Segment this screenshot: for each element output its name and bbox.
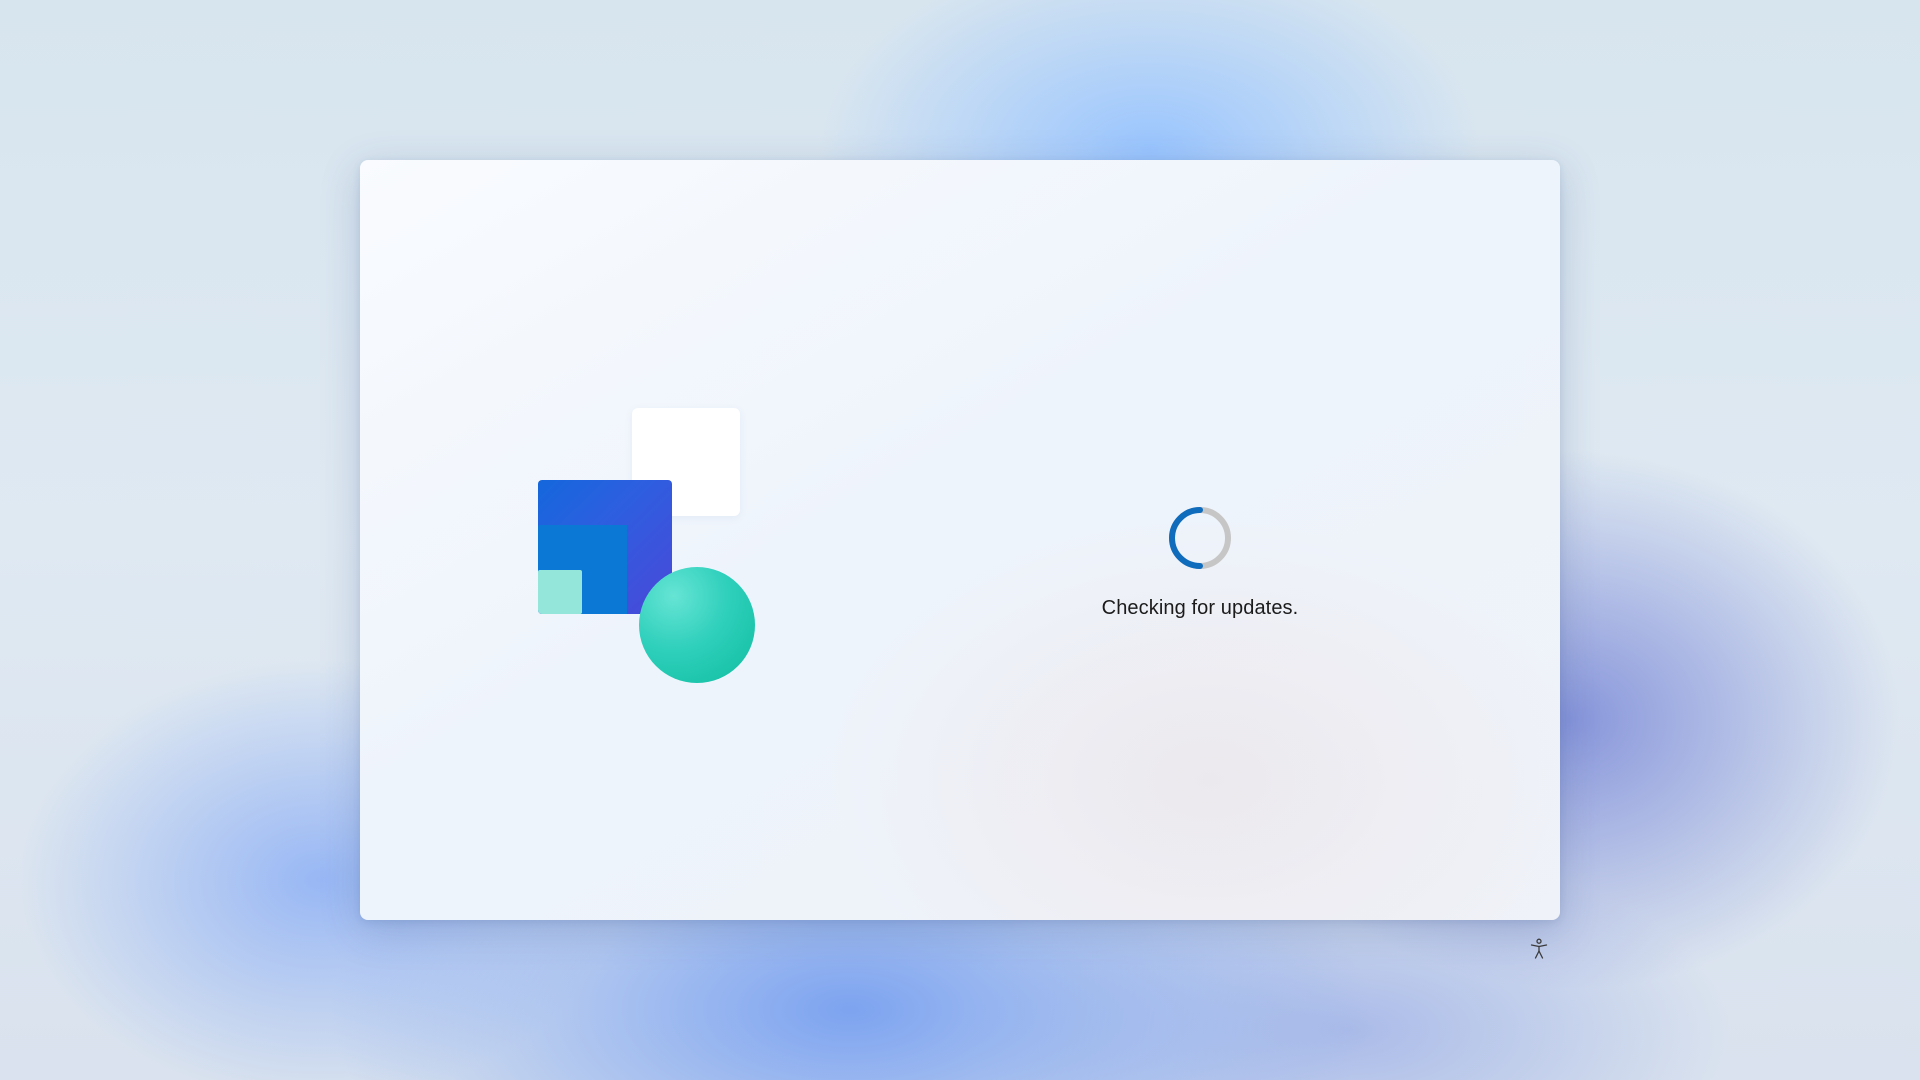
loading-spinner-icon bbox=[1169, 507, 1231, 569]
illustration-mint-square bbox=[538, 570, 582, 614]
setup-window: Checking for updates. bbox=[360, 160, 1560, 920]
update-status: Checking for updates. bbox=[1100, 505, 1300, 620]
illustration-teal-circle bbox=[639, 567, 755, 683]
setup-illustration bbox=[538, 408, 758, 683]
accessibility-icon[interactable] bbox=[1527, 937, 1551, 961]
status-message: Checking for updates. bbox=[1101, 597, 1299, 619]
